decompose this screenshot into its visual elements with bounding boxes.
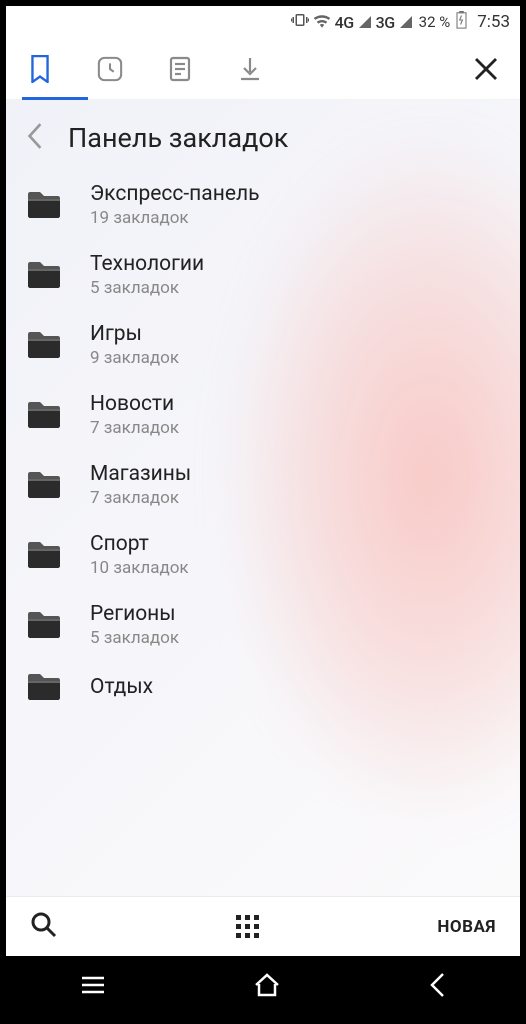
folder-name: Новости — [90, 392, 179, 416]
signal-1-icon — [359, 16, 371, 28]
android-nav-bar — [6, 956, 520, 1018]
folder-item[interactable]: Спорт10 закладок — [6, 520, 520, 590]
folder-name: Экспресс-панель — [90, 182, 260, 206]
folder-icon — [26, 190, 62, 220]
folder-count: 19 закладок — [90, 208, 260, 228]
folder-count: 7 закладок — [90, 418, 179, 438]
folder-count: 10 закладок — [90, 558, 189, 578]
folder-name: Спорт — [90, 532, 189, 556]
folder-count: 5 закладок — [90, 278, 204, 298]
folder-item[interactable]: Регионы5 закладок — [6, 590, 520, 660]
folder-name: Магазины — [90, 462, 191, 486]
folder-item[interactable]: Отдых — [6, 660, 520, 714]
folder-icon — [26, 260, 62, 290]
home-button[interactable] — [253, 972, 281, 1002]
folder-icon — [26, 470, 62, 500]
downloads-tab[interactable] — [236, 55, 264, 83]
vibrate-icon — [291, 12, 309, 32]
folder-item[interactable]: Новости7 закладок — [6, 380, 520, 450]
folder-item[interactable]: Технологии5 закладок — [6, 240, 520, 310]
recent-apps-button[interactable] — [79, 974, 107, 1000]
folder-list: Экспресс-панель19 закладок Технологии5 з… — [6, 164, 520, 714]
status-bar: 4G 3G 32 % 7:53 — [6, 6, 520, 38]
back-button[interactable] — [26, 122, 44, 154]
folder-item[interactable]: Экспресс-панель19 закладок — [6, 170, 520, 240]
network-2-label: 3G — [376, 13, 395, 32]
folder-count: 5 закладок — [90, 628, 179, 648]
history-tab[interactable] — [96, 55, 124, 83]
folder-count: 7 закладок — [90, 488, 191, 508]
wifi-icon — [313, 13, 331, 32]
folder-icon — [26, 540, 62, 570]
saved-pages-tab[interactable] — [166, 55, 194, 83]
bookmarks-tab[interactable] — [26, 55, 54, 83]
folder-icon — [26, 330, 62, 360]
battery-percent: 32 % — [419, 13, 451, 31]
folder-icon — [26, 610, 62, 640]
signal-2-icon — [400, 16, 412, 28]
folder-count: 9 закладок — [90, 348, 179, 368]
folder-item[interactable]: Игры9 закладок — [6, 310, 520, 380]
page-title: Панель закладок — [68, 122, 288, 154]
top-tab-bar — [6, 38, 520, 100]
back-nav-button[interactable] — [427, 972, 447, 1002]
folder-item[interactable]: Магазины7 закладок — [6, 450, 520, 520]
network-1-label: 4G — [335, 13, 354, 32]
close-button[interactable] — [472, 55, 500, 83]
new-button[interactable]: НОВАЯ — [437, 917, 496, 937]
folder-name: Регионы — [90, 602, 179, 626]
clock: 7:53 — [477, 12, 510, 32]
folder-name: Отдых — [90, 675, 153, 699]
apps-grid-button[interactable] — [236, 915, 259, 938]
content-area: Панель закладок Экспресс-панель19 заклад… — [6, 100, 520, 896]
folder-name: Технологии — [90, 252, 204, 276]
battery-icon — [456, 11, 467, 33]
search-button[interactable] — [30, 911, 58, 943]
bottom-toolbar: НОВАЯ — [6, 896, 520, 956]
folder-icon — [26, 672, 62, 702]
folder-icon — [26, 400, 62, 430]
folder-name: Игры — [90, 322, 179, 346]
